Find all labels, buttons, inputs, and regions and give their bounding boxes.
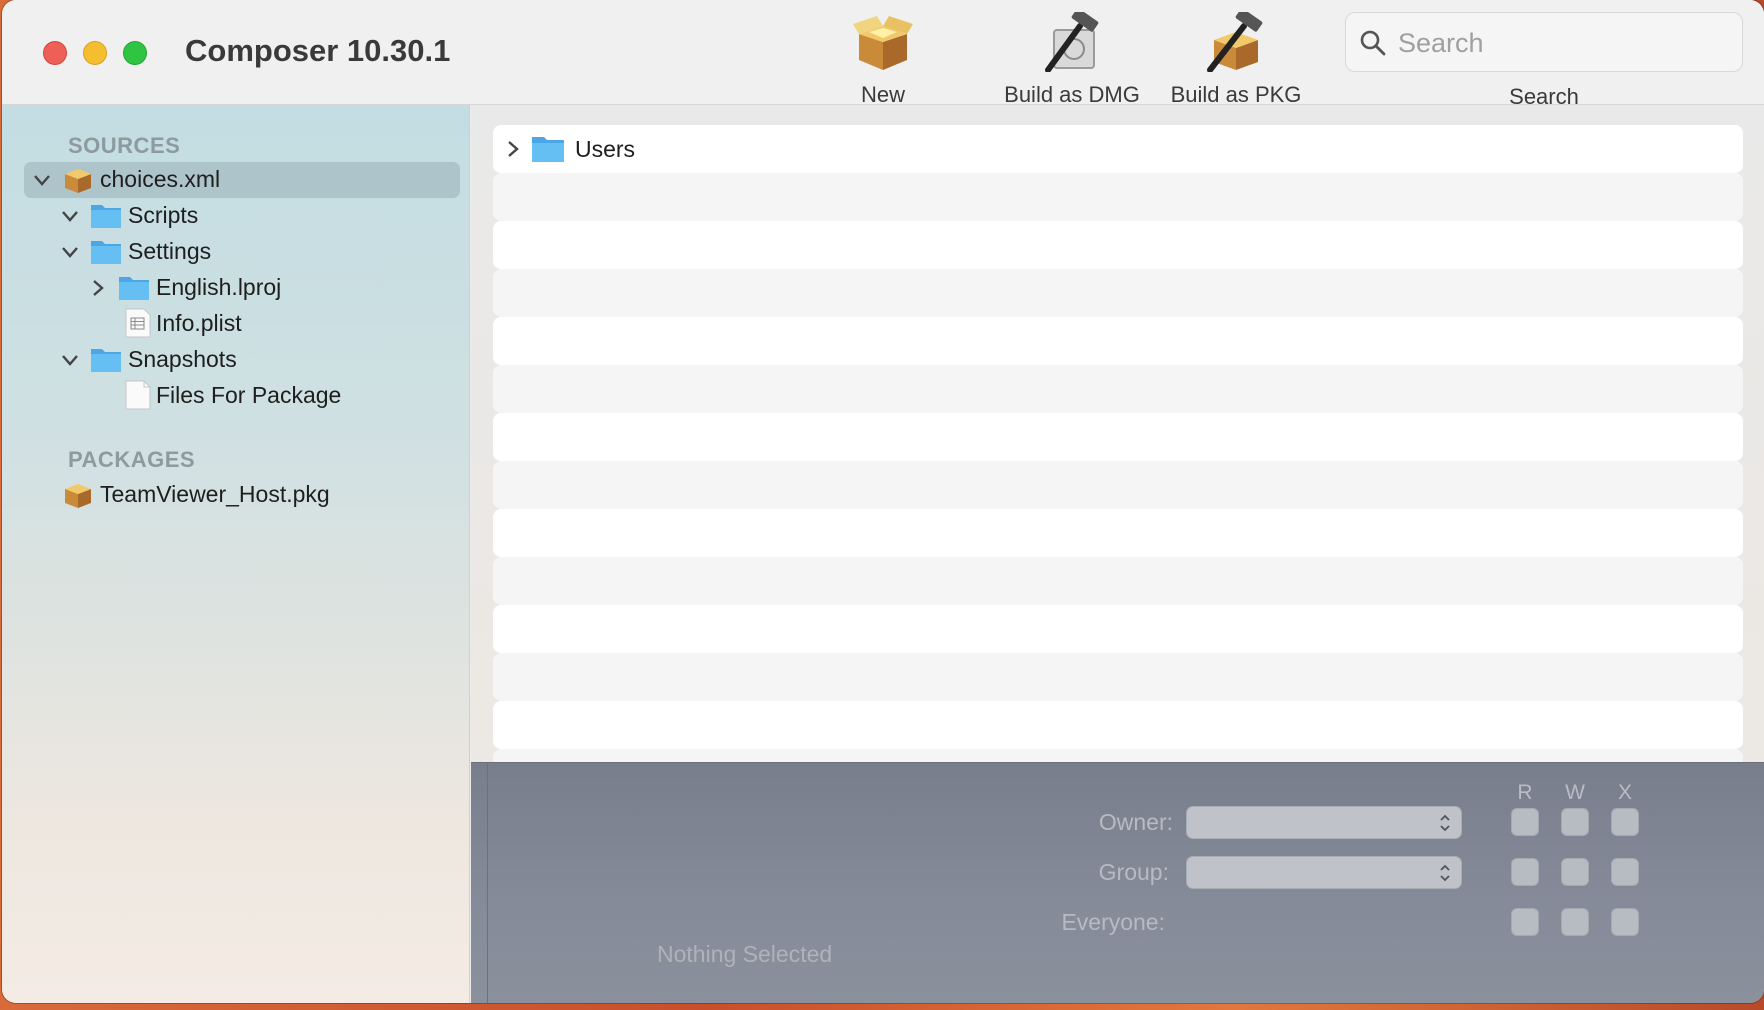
write-column-header: W	[1565, 781, 1585, 804]
search-toolbar-item: Search	[1345, 12, 1743, 110]
sidebar-item-teamviewer-host-pkg[interactable]: TeamViewer_Host.pkg	[24, 477, 460, 513]
open-box-icon	[853, 16, 913, 70]
owner-write-checkbox[interactable]	[1561, 808, 1589, 836]
sidebar-item-label: English.lproj	[156, 274, 282, 300]
group-popup[interactable]	[1186, 856, 1462, 889]
folder-icon	[91, 241, 121, 264]
folder-icon	[91, 205, 121, 228]
panel-divider	[487, 763, 488, 1003]
sidebar-item-label: Scripts	[128, 202, 199, 228]
group-write-checkbox[interactable]	[1561, 858, 1589, 886]
chevron-updown-icon	[1440, 814, 1450, 832]
table-row	[493, 509, 1743, 557]
folder-icon	[119, 277, 149, 300]
table-row	[493, 701, 1743, 749]
everyone-execute-checkbox[interactable]	[1611, 908, 1639, 936]
group-execute-checkbox[interactable]	[1611, 858, 1639, 886]
chevron-right-icon[interactable]	[503, 139, 523, 159]
file-row-label: Users	[575, 136, 636, 162]
everyone-label: Everyone:	[1061, 909, 1165, 935]
everyone-write-checkbox[interactable]	[1561, 908, 1589, 936]
package-icon	[65, 169, 91, 193]
owner-label: Owner:	[1098, 809, 1173, 835]
table-row	[493, 461, 1743, 509]
chevron-down-icon[interactable]	[60, 206, 80, 226]
sources-heading: SOURCES	[68, 133, 181, 158]
packages-heading: PACKAGES	[68, 447, 196, 472]
group-read-checkbox[interactable]	[1511, 858, 1539, 886]
minimize-window-button[interactable]	[83, 41, 107, 65]
window-title: Composer 10.30.1	[185, 33, 451, 68]
table-row	[493, 557, 1743, 605]
owner-popup[interactable]	[1186, 806, 1462, 839]
table-row	[493, 317, 1743, 365]
chevron-down-icon[interactable]	[32, 170, 52, 190]
sidebar-item-choices-xml[interactable]: choices.xml	[24, 162, 460, 198]
group-label: Group:	[1098, 859, 1169, 885]
plist-file-icon	[125, 308, 151, 338]
sidebar-item-label: Settings	[128, 238, 212, 264]
search-icon	[1360, 30, 1386, 56]
sidebar-item-english-lproj[interactable]: English.lproj	[24, 270, 460, 306]
package-hammer-icon	[1207, 12, 1263, 72]
disk-image-hammer-icon	[1045, 12, 1099, 72]
file-row-users[interactable]: Users	[493, 125, 1743, 173]
table-row	[493, 605, 1743, 653]
everyone-read-checkbox[interactable]	[1511, 908, 1539, 936]
table-row	[493, 221, 1743, 269]
blank-file-icon	[125, 380, 151, 410]
composer-window: Composer 10.30.1 New Build as DMG Build …	[2, 0, 1764, 1003]
new-button[interactable]: New	[844, 12, 922, 108]
execute-column-header: X	[1617, 781, 1632, 804]
folder-icon	[91, 349, 121, 372]
sidebar-item-snapshots[interactable]: Snapshots	[24, 342, 460, 378]
zoom-window-button[interactable]	[123, 41, 147, 65]
chevron-down-icon[interactable]	[60, 350, 80, 370]
table-row	[493, 269, 1743, 317]
sidebar-item-settings[interactable]: Settings	[24, 234, 460, 270]
table-row	[493, 413, 1743, 461]
sidebar-item-label: choices.xml	[100, 166, 221, 192]
build-as-pkg-button[interactable]: Build as PKG	[1166, 12, 1306, 108]
sidebar-item-label: Files For Package	[156, 382, 342, 408]
folder-icon	[532, 137, 564, 162]
chevron-updown-icon	[1440, 864, 1450, 882]
close-window-button[interactable]	[43, 41, 67, 65]
chevron-right-icon[interactable]	[88, 278, 108, 298]
sidebar-item-files-for-package[interactable]: Files For Package	[24, 378, 460, 414]
table-row	[493, 749, 1743, 762]
table-row	[493, 365, 1743, 413]
package-icon	[65, 484, 91, 508]
sidebar-item-label: Info.plist	[156, 310, 242, 336]
read-column-header: R	[1517, 781, 1533, 804]
table-row	[493, 653, 1743, 701]
sidebar: SOURCES choices.xml Scripts Settings Eng…	[2, 105, 470, 1003]
file-list: Users	[471, 105, 1764, 762]
sidebar-item-scripts[interactable]: Scripts	[24, 198, 460, 234]
search-input[interactable]	[1398, 23, 1728, 63]
owner-read-checkbox[interactable]	[1511, 808, 1539, 836]
sidebar-item-info-plist[interactable]: Info.plist	[24, 306, 460, 342]
table-row	[493, 173, 1743, 221]
sidebar-item-label: Snapshots	[128, 346, 237, 372]
owner-execute-checkbox[interactable]	[1611, 808, 1639, 836]
permissions-panel: R W X Owner: Group: Everyone: Nothing Se…	[471, 762, 1764, 1003]
nothing-selected-status: Nothing Selected	[657, 941, 833, 967]
sidebar-item-label: TeamViewer_Host.pkg	[100, 481, 330, 507]
chevron-down-icon[interactable]	[60, 242, 80, 262]
build-as-dmg-button[interactable]: Build as DMG	[997, 12, 1147, 108]
toolbar: Composer 10.30.1 New Build as DMG Build …	[2, 0, 1764, 109]
search-field[interactable]	[1345, 12, 1743, 72]
